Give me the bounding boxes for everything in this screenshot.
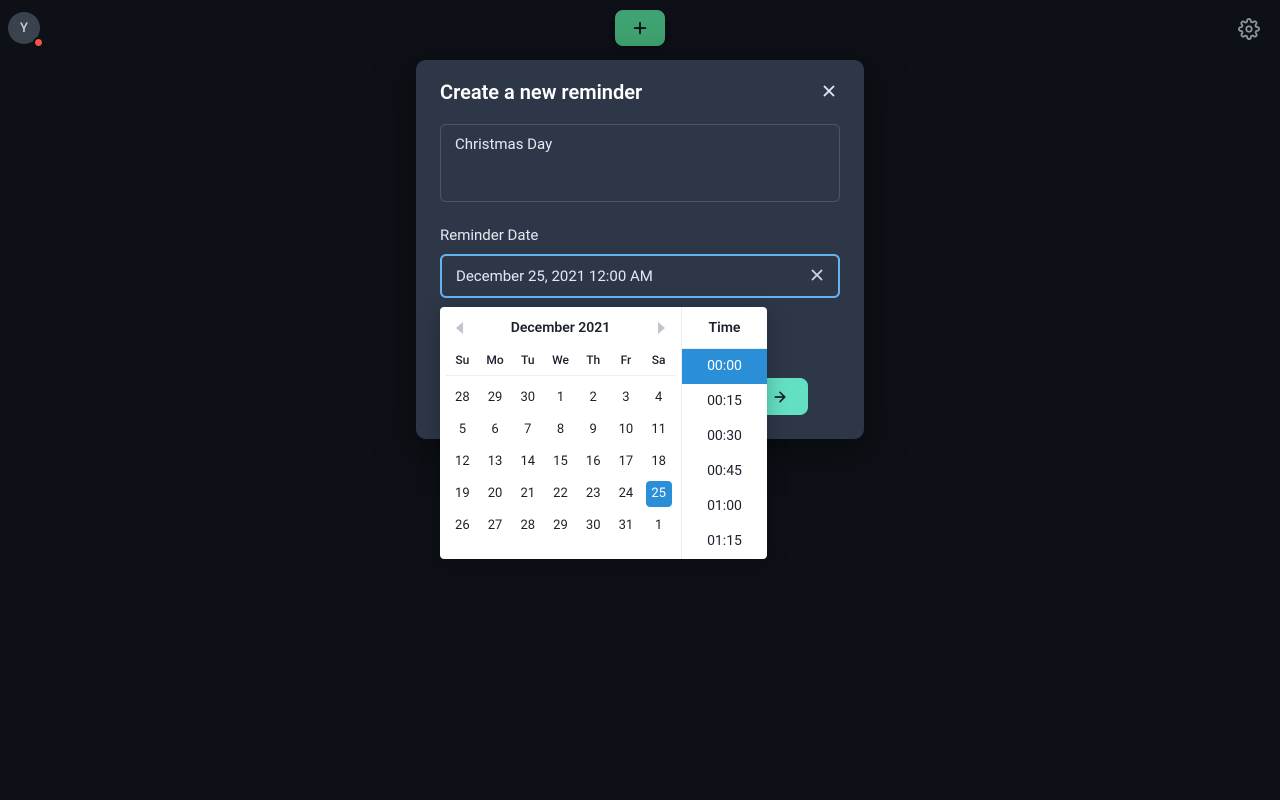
day-cell[interactable]: 1	[642, 510, 675, 542]
close-button[interactable]	[820, 82, 840, 102]
day-cell[interactable]: 6	[479, 414, 512, 446]
day-cell[interactable]: 28	[446, 382, 479, 414]
day-cell[interactable]: 25	[642, 478, 675, 510]
status-dot-icon	[33, 37, 44, 48]
calendar-week: 12131415161718	[446, 446, 675, 478]
calendar-week: 2829301234	[446, 382, 675, 414]
weekday-th: Th	[577, 349, 610, 375]
day-cell[interactable]: 10	[610, 414, 643, 446]
settings-button[interactable]	[1238, 18, 1262, 42]
day-cell[interactable]: 12	[446, 446, 479, 478]
day-cell[interactable]: 11	[642, 414, 675, 446]
weekday-sa: Sa	[642, 349, 675, 375]
day-cell[interactable]: 29	[479, 382, 512, 414]
day-cell[interactable]: 9	[577, 414, 610, 446]
day-cell[interactable]: 3	[610, 382, 643, 414]
time-column: Time 00:0000:1500:3000:4501:0001:15	[681, 307, 767, 559]
day-cell[interactable]: 1	[544, 382, 577, 414]
day-cell[interactable]: 30	[511, 382, 544, 414]
reminder-date-input[interactable]: December 25, 2021 12:00 AM	[440, 254, 840, 298]
time-option[interactable]: 01:00	[682, 489, 767, 524]
topbar: Y	[0, 0, 1280, 60]
avatar[interactable]: Y	[8, 12, 42, 46]
reminder-date-value: December 25, 2021 12:00 AM	[456, 267, 653, 285]
day-cell[interactable]: 14	[511, 446, 544, 478]
weekday-row: Su Mo Tu We Th Fr Sa	[446, 349, 675, 376]
day-cell[interactable]: 31	[610, 510, 643, 542]
datepicker-popover: December 2021 Su Mo Tu We Th Fr Sa 28293…	[440, 307, 767, 559]
prev-month-button[interactable]	[456, 322, 463, 334]
reminder-date-label: Reminder Date	[440, 226, 840, 244]
time-option[interactable]: 01:15	[682, 524, 767, 559]
weekday-tu: Tu	[511, 349, 544, 375]
weekday-su: Su	[446, 349, 479, 375]
day-cell[interactable]: 16	[577, 446, 610, 478]
day-cell[interactable]: 4	[642, 382, 675, 414]
close-icon	[820, 82, 838, 100]
calendar-week: 2627282930311	[446, 510, 675, 542]
day-cell[interactable]: 13	[479, 446, 512, 478]
modal-header: Create a new reminder	[440, 80, 840, 104]
calendar-week: 567891011	[446, 414, 675, 446]
add-reminder-button[interactable]	[615, 10, 665, 46]
time-option[interactable]: 00:45	[682, 454, 767, 489]
day-cell[interactable]: 30	[577, 510, 610, 542]
day-cell[interactable]: 22	[544, 478, 577, 510]
weekday-mo: Mo	[479, 349, 512, 375]
plus-icon	[631, 19, 649, 37]
time-heading: Time	[682, 307, 767, 349]
day-cell[interactable]: 19	[446, 478, 479, 510]
calendar-header: December 2021	[440, 307, 681, 349]
day-cell[interactable]: 15	[544, 446, 577, 478]
day-cell[interactable]: 5	[446, 414, 479, 446]
day-cell[interactable]: 7	[511, 414, 544, 446]
day-cell[interactable]: 21	[511, 478, 544, 510]
time-list[interactable]: 00:0000:1500:3000:4501:0001:15	[682, 349, 767, 559]
gear-icon	[1238, 18, 1260, 40]
day-cell[interactable]: 27	[479, 510, 512, 542]
calendar-week: 19202122232425	[446, 478, 675, 510]
reminder-text-input[interactable]	[440, 124, 840, 202]
day-cell[interactable]: 24	[610, 478, 643, 510]
day-cell[interactable]: 8	[544, 414, 577, 446]
modal-title: Create a new reminder	[440, 80, 642, 104]
calendar: December 2021 Su Mo Tu We Th Fr Sa 28293…	[440, 307, 681, 559]
day-cell[interactable]: 2	[577, 382, 610, 414]
time-option[interactable]: 00:00	[682, 349, 767, 384]
day-cell[interactable]: 28	[511, 510, 544, 542]
weekday-fr: Fr	[610, 349, 643, 375]
clear-date-button[interactable]	[808, 266, 828, 286]
close-icon	[808, 266, 826, 284]
day-cell[interactable]: 26	[446, 510, 479, 542]
day-cell[interactable]: 29	[544, 510, 577, 542]
time-option[interactable]: 00:15	[682, 384, 767, 419]
next-month-button[interactable]	[658, 322, 665, 334]
current-month-label: December 2021	[511, 320, 611, 336]
arrow-right-icon	[772, 389, 788, 405]
weekday-we: We	[544, 349, 577, 375]
day-cell[interactable]: 23	[577, 478, 610, 510]
day-cell[interactable]: 18	[642, 446, 675, 478]
time-option[interactable]: 00:30	[682, 419, 767, 454]
day-cell[interactable]: 17	[610, 446, 643, 478]
day-cell[interactable]: 20	[479, 478, 512, 510]
calendar-grid: 2829301234567891011121314151617181920212…	[440, 376, 681, 552]
